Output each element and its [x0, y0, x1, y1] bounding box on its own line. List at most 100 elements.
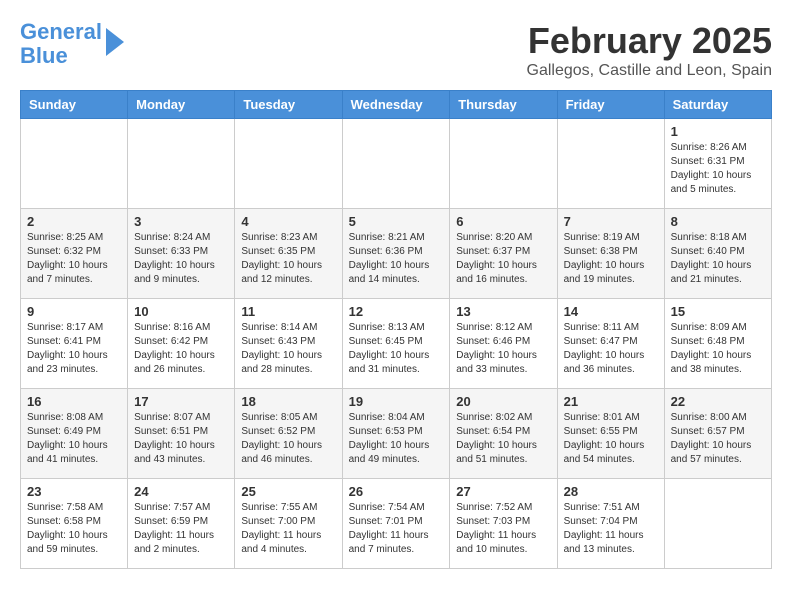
- calendar-cell: 10 Sunrise: 8:16 AM Sunset: 6:42 PM Dayli…: [128, 299, 235, 389]
- day-number: 4: [241, 214, 335, 229]
- title-block: February 2025 Gallegos, Castille and Leo…: [527, 20, 773, 80]
- calendar-cell: 25 Sunrise: 7:55 AM Sunset: 7:00 PM Dayli…: [235, 479, 342, 569]
- day-number: 21: [564, 394, 658, 409]
- location-subtitle: Gallegos, Castille and Leon, Spain: [527, 62, 773, 80]
- calendar-cell: 11Sunrise: 8:14 AM Sunset: 6:43 PM Dayli…: [235, 299, 342, 389]
- weekday-header-tuesday: Tuesday: [235, 91, 342, 119]
- day-number: 26: [349, 484, 444, 499]
- day-info: Sunrise: 7:55 AM Sunset: 7:00 PM Dayligh…: [241, 501, 335, 557]
- calendar-cell: 9 Sunrise: 8:17 AM Sunset: 6:41 PM Daylig…: [21, 299, 128, 389]
- weekday-header-row: SundayMondayTuesdayWednesdayThursdayFrid…: [21, 91, 772, 119]
- day-info: Sunrise: 8:04 AM Sunset: 6:53 PM Dayligh…: [349, 411, 444, 467]
- day-info: Sunrise: 8:20 AM Sunset: 6:37 PM Dayligh…: [456, 231, 550, 287]
- day-info: Sunrise: 7:54 AM Sunset: 7:01 PM Dayligh…: [349, 501, 444, 557]
- day-info: Sunrise: 8:05 AM Sunset: 6:52 PM Dayligh…: [241, 411, 335, 467]
- calendar-cell: [128, 119, 235, 209]
- calendar-cell: 8 Sunrise: 8:18 AM Sunset: 6:40 PM Daylig…: [664, 209, 771, 299]
- calendar-week-3: 9 Sunrise: 8:17 AM Sunset: 6:41 PM Daylig…: [21, 299, 772, 389]
- day-number: 23: [27, 484, 121, 499]
- day-info: Sunrise: 8:12 AM Sunset: 6:46 PM Dayligh…: [456, 321, 550, 377]
- day-number: 14: [564, 304, 658, 319]
- day-number: 11: [241, 304, 335, 319]
- calendar-cell: 17Sunrise: 8:07 AM Sunset: 6:51 PM Dayli…: [128, 389, 235, 479]
- day-info: Sunrise: 8:21 AM Sunset: 6:36 PM Dayligh…: [349, 231, 444, 287]
- calendar-cell: 4 Sunrise: 8:23 AM Sunset: 6:35 PM Daylig…: [235, 209, 342, 299]
- day-info: Sunrise: 7:58 AM Sunset: 6:58 PM Dayligh…: [27, 501, 121, 557]
- day-number: 8: [671, 214, 765, 229]
- calendar-cell: 18 Sunrise: 8:05 AM Sunset: 6:52 PM Dayli…: [235, 389, 342, 479]
- calendar-cell: 28Sunrise: 7:51 AM Sunset: 7:04 PM Dayli…: [557, 479, 664, 569]
- day-number: 16: [27, 394, 121, 409]
- calendar-cell: 1 Sunrise: 8:26 AM Sunset: 6:31 PM Daylig…: [664, 119, 771, 209]
- weekday-header-wednesday: Wednesday: [342, 91, 450, 119]
- day-info: Sunrise: 7:57 AM Sunset: 6:59 PM Dayligh…: [134, 501, 228, 557]
- weekday-header-saturday: Saturday: [664, 91, 771, 119]
- calendar-cell: 2 Sunrise: 8:25 AM Sunset: 6:32 PM Daylig…: [21, 209, 128, 299]
- day-number: 6: [456, 214, 550, 229]
- weekday-header-sunday: Sunday: [21, 91, 128, 119]
- calendar-cell: 24Sunrise: 7:57 AM Sunset: 6:59 PM Dayli…: [128, 479, 235, 569]
- day-info: Sunrise: 8:23 AM Sunset: 6:35 PM Dayligh…: [241, 231, 335, 287]
- day-info: Sunrise: 8:17 AM Sunset: 6:41 PM Dayligh…: [27, 321, 121, 377]
- calendar-cell: [664, 479, 771, 569]
- day-info: Sunrise: 8:26 AM Sunset: 6:31 PM Dayligh…: [671, 141, 765, 197]
- day-info: Sunrise: 8:02 AM Sunset: 6:54 PM Dayligh…: [456, 411, 550, 467]
- day-info: Sunrise: 8:00 AM Sunset: 6:57 PM Dayligh…: [671, 411, 765, 467]
- calendar-week-2: 2 Sunrise: 8:25 AM Sunset: 6:32 PM Daylig…: [21, 209, 772, 299]
- day-info: Sunrise: 8:16 AM Sunset: 6:42 PM Dayligh…: [134, 321, 228, 377]
- day-number: 12: [349, 304, 444, 319]
- logo: General Blue: [20, 20, 124, 68]
- calendar-week-1: 1 Sunrise: 8:26 AM Sunset: 6:31 PM Daylig…: [21, 119, 772, 209]
- day-number: 9: [27, 304, 121, 319]
- day-number: 1: [671, 124, 765, 139]
- logo-general: General: [20, 19, 102, 44]
- day-number: 28: [564, 484, 658, 499]
- calendar-cell: [557, 119, 664, 209]
- day-info: Sunrise: 8:08 AM Sunset: 6:49 PM Dayligh…: [27, 411, 121, 467]
- day-number: 13: [456, 304, 550, 319]
- calendar-cell: [342, 119, 450, 209]
- calendar-cell: 7 Sunrise: 8:19 AM Sunset: 6:38 PM Daylig…: [557, 209, 664, 299]
- calendar-week-5: 23 Sunrise: 7:58 AM Sunset: 6:58 PM Dayli…: [21, 479, 772, 569]
- day-number: 2: [27, 214, 121, 229]
- logo-arrow-icon: [106, 28, 124, 56]
- calendar-cell: 14Sunrise: 8:11 AM Sunset: 6:47 PM Dayli…: [557, 299, 664, 389]
- calendar-cell: 21 Sunrise: 8:01 AM Sunset: 6:55 PM Dayli…: [557, 389, 664, 479]
- day-info: Sunrise: 8:24 AM Sunset: 6:33 PM Dayligh…: [134, 231, 228, 287]
- page-header: General Blue February 2025 Gallegos, Cas…: [20, 20, 772, 80]
- day-info: Sunrise: 8:13 AM Sunset: 6:45 PM Dayligh…: [349, 321, 444, 377]
- day-number: 7: [564, 214, 658, 229]
- calendar-cell: 26 Sunrise: 7:54 AM Sunset: 7:01 PM Dayli…: [342, 479, 450, 569]
- day-info: Sunrise: 8:01 AM Sunset: 6:55 PM Dayligh…: [564, 411, 658, 467]
- calendar-cell: 5 Sunrise: 8:21 AM Sunset: 6:36 PM Daylig…: [342, 209, 450, 299]
- day-info: Sunrise: 8:25 AM Sunset: 6:32 PM Dayligh…: [27, 231, 121, 287]
- calendar-cell: 3 Sunrise: 8:24 AM Sunset: 6:33 PM Daylig…: [128, 209, 235, 299]
- calendar-cell: 27Sunrise: 7:52 AM Sunset: 7:03 PM Dayli…: [450, 479, 557, 569]
- weekday-header-thursday: Thursday: [450, 91, 557, 119]
- day-info: Sunrise: 8:18 AM Sunset: 6:40 PM Dayligh…: [671, 231, 765, 287]
- day-number: 3: [134, 214, 228, 229]
- day-number: 25: [241, 484, 335, 499]
- calendar-cell: 19 Sunrise: 8:04 AM Sunset: 6:53 PM Dayli…: [342, 389, 450, 479]
- day-number: 18: [241, 394, 335, 409]
- calendar-cell: 20 Sunrise: 8:02 AM Sunset: 6:54 PM Dayli…: [450, 389, 557, 479]
- day-number: 20: [456, 394, 550, 409]
- weekday-header-friday: Friday: [557, 91, 664, 119]
- weekday-header-monday: Monday: [128, 91, 235, 119]
- day-number: 10: [134, 304, 228, 319]
- day-info: Sunrise: 8:19 AM Sunset: 6:38 PM Dayligh…: [564, 231, 658, 287]
- day-info: Sunrise: 7:52 AM Sunset: 7:03 PM Dayligh…: [456, 501, 550, 557]
- month-title: February 2025: [527, 20, 773, 62]
- day-info: Sunrise: 8:07 AM Sunset: 6:51 PM Dayligh…: [134, 411, 228, 467]
- day-number: 22: [671, 394, 765, 409]
- calendar-cell: [450, 119, 557, 209]
- calendar-cell: [21, 119, 128, 209]
- day-number: 5: [349, 214, 444, 229]
- calendar-table: SundayMondayTuesdayWednesdayThursdayFrid…: [20, 90, 772, 569]
- calendar-cell: 6 Sunrise: 8:20 AM Sunset: 6:37 PM Daylig…: [450, 209, 557, 299]
- day-number: 19: [349, 394, 444, 409]
- calendar-cell: 12 Sunrise: 8:13 AM Sunset: 6:45 PM Dayli…: [342, 299, 450, 389]
- calendar-cell: 13 Sunrise: 8:12 AM Sunset: 6:46 PM Dayli…: [450, 299, 557, 389]
- calendar-week-4: 16 Sunrise: 8:08 AM Sunset: 6:49 PM Dayli…: [21, 389, 772, 479]
- calendar-cell: 16 Sunrise: 8:08 AM Sunset: 6:49 PM Dayli…: [21, 389, 128, 479]
